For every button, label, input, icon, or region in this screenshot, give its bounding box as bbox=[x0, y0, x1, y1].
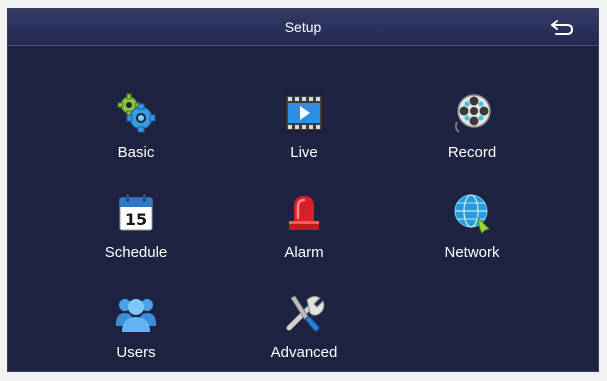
menu-item-network[interactable]: Network bbox=[407, 192, 537, 276]
menu-item-label: Users bbox=[116, 344, 156, 361]
menu-item-label: Live bbox=[290, 144, 318, 161]
title-bar: Setup bbox=[8, 9, 598, 46]
menu-item-alarm[interactable]: Alarm bbox=[239, 192, 369, 276]
tools-icon bbox=[283, 292, 325, 334]
menu-item-basic[interactable]: Basic bbox=[71, 92, 201, 176]
calendar-icon: 15 bbox=[115, 192, 157, 234]
alarm-siren-icon bbox=[283, 192, 325, 234]
setup-window: Setup Basic Live Record 15 Schedule Alar… bbox=[7, 8, 599, 372]
users-icon bbox=[115, 292, 157, 334]
film-play-icon bbox=[283, 92, 325, 134]
menu-item-label: Alarm bbox=[284, 244, 324, 261]
menu-item-record[interactable]: Record bbox=[407, 92, 537, 176]
menu-item-label: Record bbox=[447, 144, 497, 161]
back-arrow-icon bbox=[551, 20, 574, 35]
gears-icon bbox=[115, 92, 157, 134]
menu-grid: Basic Live Record 15 Schedule Alarm Netw… bbox=[8, 46, 598, 371]
menu-item-label: Advanced bbox=[270, 344, 338, 361]
menu-item-live[interactable]: Live bbox=[239, 92, 369, 176]
menu-item-label: Network bbox=[444, 244, 500, 261]
film-reel-icon bbox=[451, 92, 493, 134]
menu-item-advanced[interactable]: Advanced bbox=[239, 292, 369, 371]
page-title: Setup bbox=[284, 19, 322, 35]
menu-item-label: Basic bbox=[117, 144, 155, 161]
back-button[interactable] bbox=[548, 16, 576, 38]
menu-item-users[interactable]: Users bbox=[71, 292, 201, 371]
globe-icon bbox=[451, 192, 493, 234]
menu-item-label: Schedule bbox=[104, 244, 168, 261]
calendar-day-text: 15 bbox=[125, 210, 147, 229]
menu-item-schedule[interactable]: 15 Schedule bbox=[71, 192, 201, 276]
